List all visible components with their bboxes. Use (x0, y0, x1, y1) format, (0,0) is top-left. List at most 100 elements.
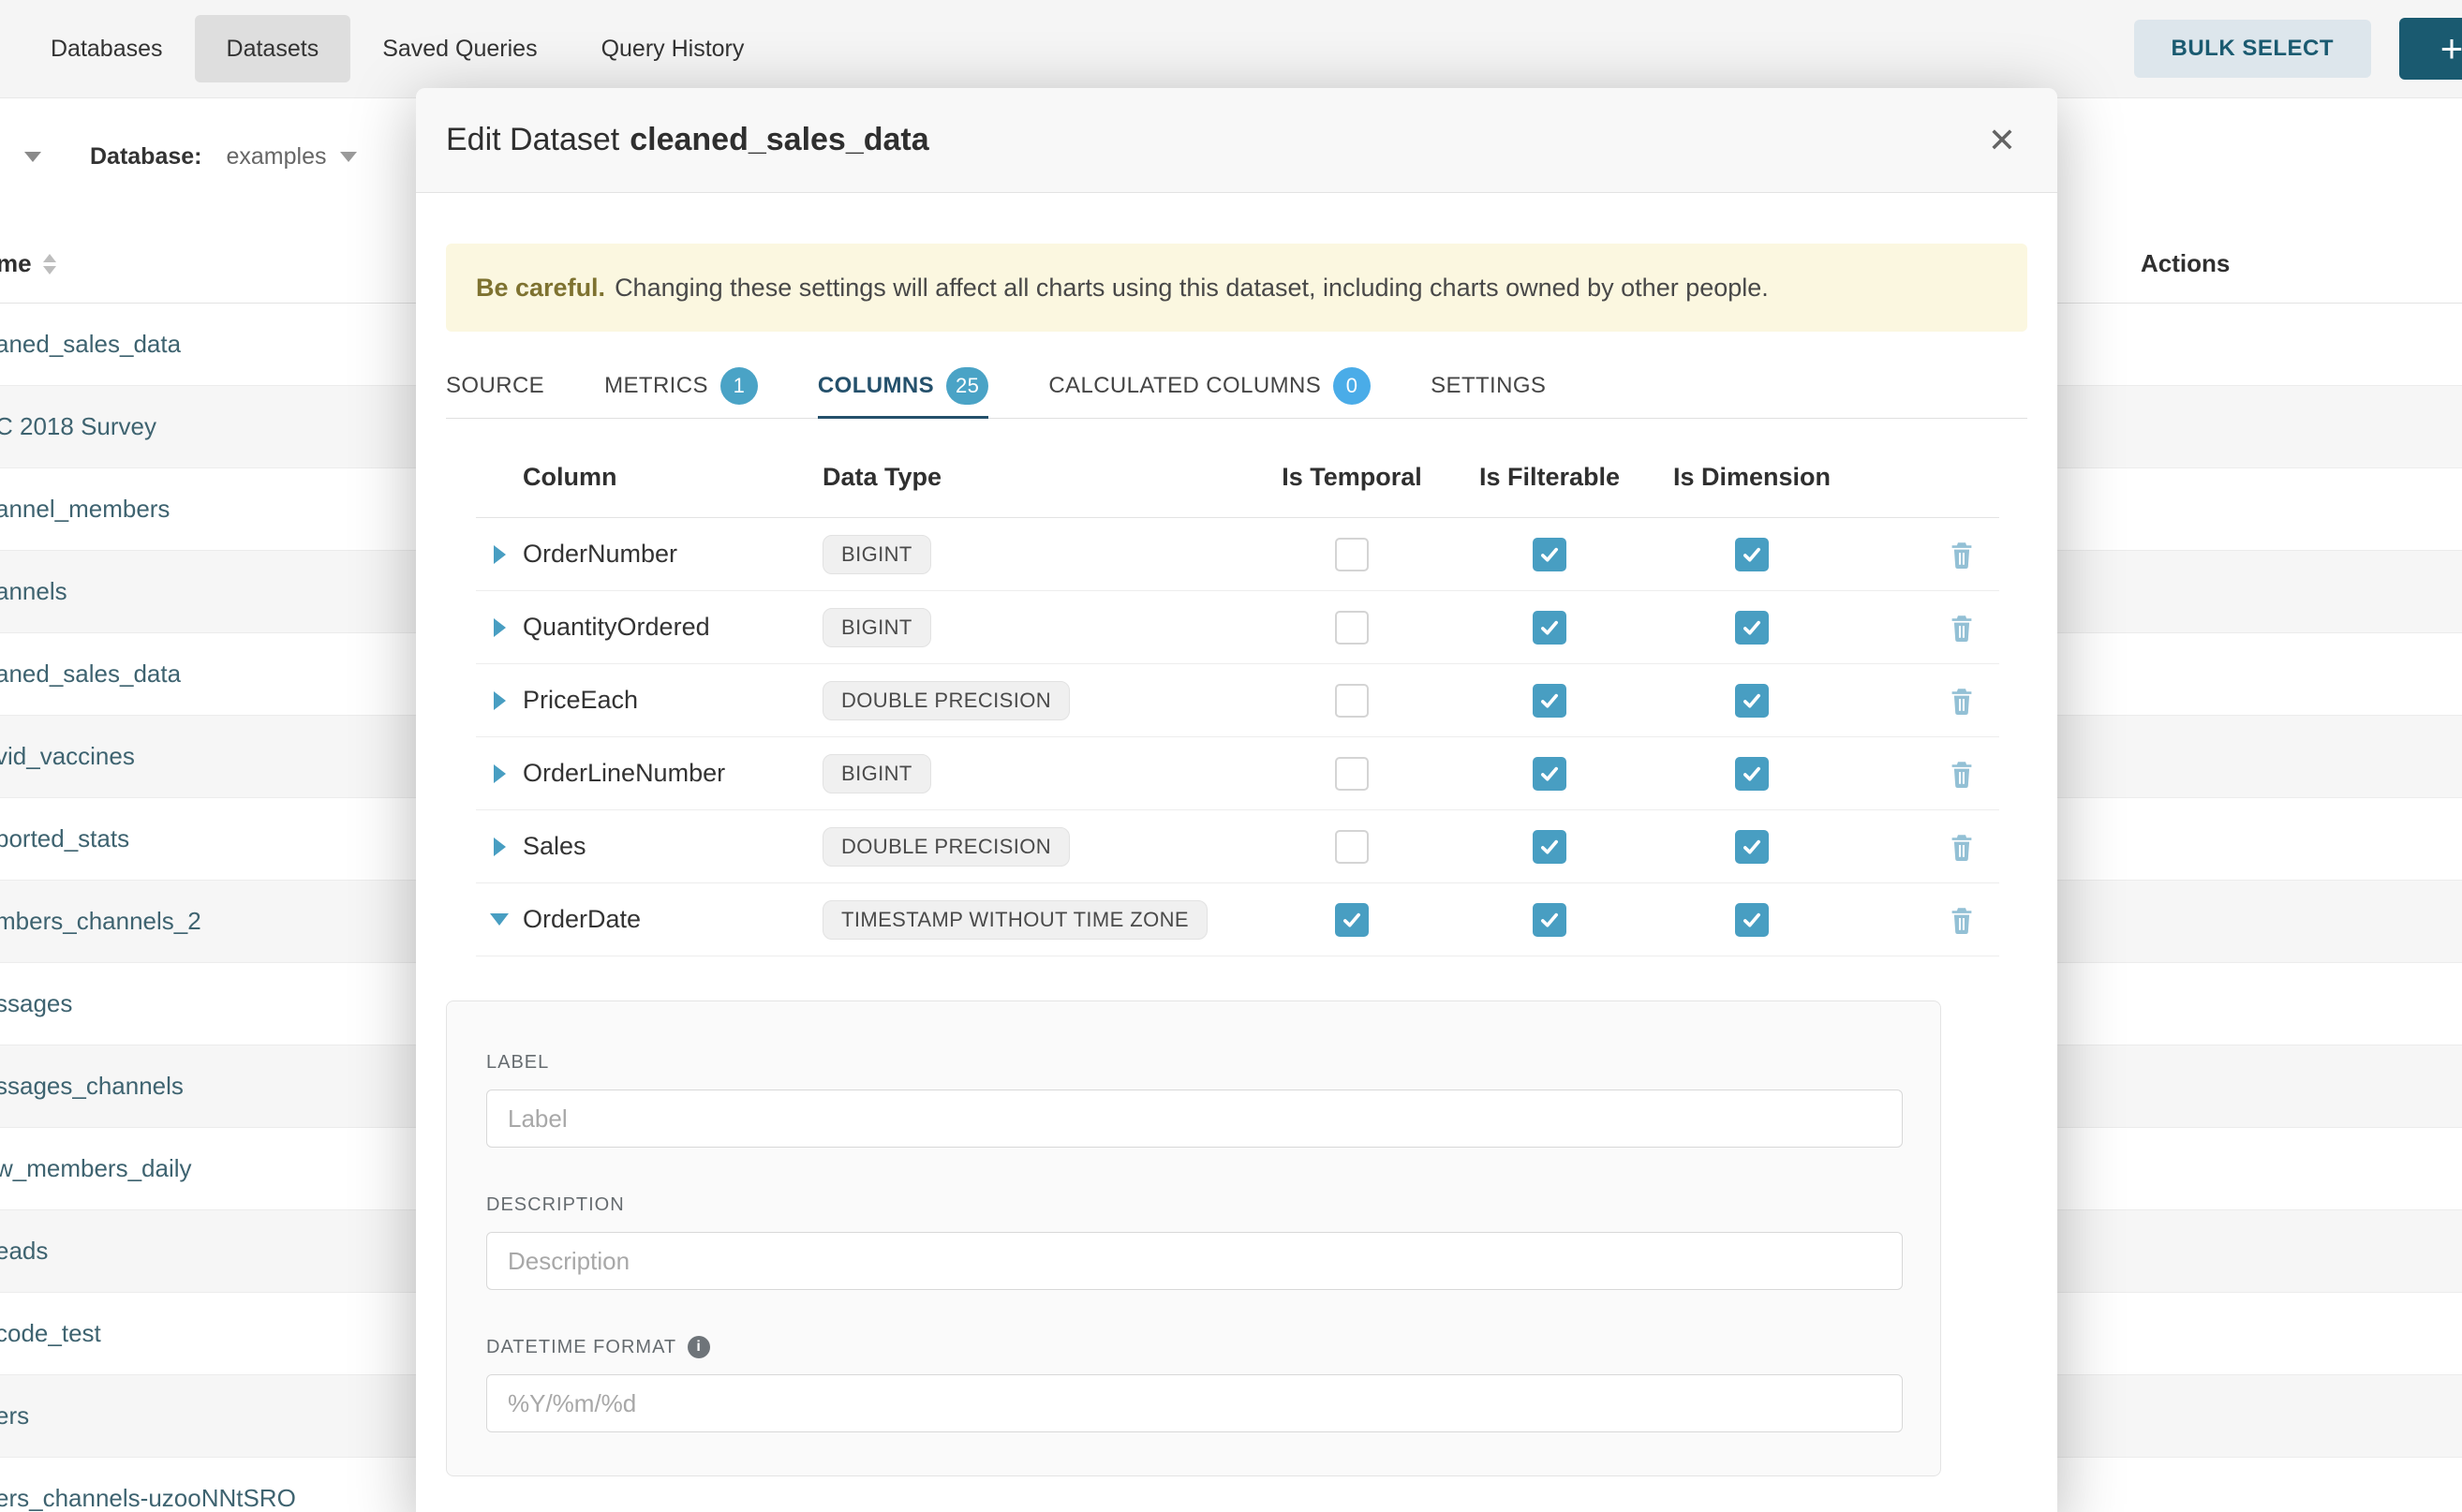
is-filterable-checkbox[interactable] (1533, 538, 1566, 571)
expand-caret-icon[interactable] (494, 618, 506, 637)
column-name: OrderNumber (523, 540, 823, 569)
column-header: Column (523, 463, 823, 492)
dataset-link[interactable]: ssages_channels (0, 1072, 184, 1101)
dataset-link[interactable]: aned_sales_data (0, 660, 181, 689)
modal-tabs: SOURCE METRICS 1 COLUMNS 25 CALCULATED C… (446, 355, 2027, 419)
dataset-link[interactable]: ported_stats (0, 824, 129, 853)
tab-calculated-columns[interactable]: CALCULATED COLUMNS 0 (1048, 355, 1371, 419)
expand-caret-icon[interactable] (494, 764, 506, 783)
dataset-link[interactable]: vid_vaccines (0, 742, 135, 771)
is-dimension-checkbox[interactable] (1735, 903, 1769, 937)
warning-text: Changing these settings will affect all … (615, 274, 1769, 303)
nav-item-databases[interactable]: Databases (19, 15, 195, 82)
add-dataset-button[interactable]: + (2399, 18, 2462, 80)
expand-caret-icon[interactable] (494, 838, 506, 856)
delete-column-icon[interactable] (1949, 541, 1975, 569)
dataset-link[interactable]: aned_sales_data (0, 330, 181, 359)
delete-column-icon[interactable] (1949, 687, 1975, 715)
dataset-link[interactable]: C 2018 Survey (0, 412, 156, 441)
delete-column-icon[interactable] (1949, 833, 1975, 861)
dataset-link[interactable]: mbers_channels_2 (0, 907, 201, 936)
datetime-format-field-label: DATETIME FORMAT i (486, 1335, 1903, 1359)
tab-settings[interactable]: SETTINGS (1431, 355, 1546, 419)
is-dimension-checkbox[interactable] (1735, 684, 1769, 718)
is-temporal-checkbox[interactable] (1335, 757, 1369, 791)
column-editor-panel: LABEL DESCRIPTION DATETIME FORMAT i (446, 1001, 1941, 1476)
warning-banner: Be careful. Changing these settings will… (446, 244, 2027, 332)
description-field-label: DESCRIPTION (486, 1193, 1903, 1217)
data-type-header: Data Type (823, 463, 1253, 492)
is-filterable-header: Is Filterable (1450, 463, 1649, 492)
dataset-link[interactable]: annels (0, 577, 67, 606)
column-name: OrderLineNumber (523, 759, 823, 788)
tab-source[interactable]: SOURCE (446, 355, 544, 419)
database-filter-value[interactable]: examples (227, 143, 327, 170)
is-temporal-checkbox[interactable] (1335, 903, 1369, 937)
column-name: QuantityOrdered (523, 613, 823, 642)
is-filterable-checkbox[interactable] (1533, 611, 1566, 645)
sort-icon[interactable] (43, 254, 56, 274)
dataset-link[interactable]: ers_channels-uzooNNtSRO (0, 1484, 296, 1512)
expand-caret-icon[interactable] (494, 691, 506, 710)
nav-item-saved-queries[interactable]: Saved Queries (350, 15, 569, 82)
columns-table: Column Data Type Is Temporal Is Filterab… (476, 437, 1999, 956)
is-dimension-header: Is Dimension (1649, 463, 1855, 492)
collapse-caret-icon[interactable] (490, 913, 509, 926)
datetime-format-input[interactable] (486, 1374, 1903, 1432)
dataset-link[interactable]: code_test (0, 1319, 101, 1348)
is-filterable-checkbox[interactable] (1533, 684, 1566, 718)
delete-column-icon[interactable] (1949, 906, 1975, 934)
dataset-link[interactable]: ers (0, 1401, 29, 1430)
data-type-pill: BIGINT (823, 535, 931, 574)
dataset-link[interactable]: eads (0, 1237, 48, 1266)
is-dimension-checkbox[interactable] (1735, 538, 1769, 571)
is-filterable-checkbox[interactable] (1533, 757, 1566, 791)
columns-count-badge: 25 (946, 367, 988, 405)
modal-header: Edit Dataset cleaned_sales_data ✕ (416, 88, 2057, 193)
column-row: OrderNumber BIGINT (476, 518, 1999, 591)
data-type-pill: DOUBLE PRECISION (823, 681, 1070, 720)
delete-column-icon[interactable] (1949, 614, 1975, 642)
tab-columns[interactable]: COLUMNS 25 (818, 355, 988, 419)
metrics-count-badge: 1 (720, 367, 758, 405)
column-row: OrderLineNumber BIGINT (476, 737, 1999, 810)
is-temporal-checkbox[interactable] (1335, 830, 1369, 864)
column-row: PriceEach DOUBLE PRECISION (476, 664, 1999, 737)
column-row: Sales DOUBLE PRECISION (476, 810, 1999, 883)
expand-caret-icon[interactable] (494, 545, 506, 564)
top-navigation: Databases Datasets Saved Queries Query H… (0, 0, 2462, 98)
column-row: QuantityOrdered BIGINT (476, 591, 1999, 664)
delete-column-icon[interactable] (1949, 760, 1975, 788)
nav-item-query-history[interactable]: Query History (570, 15, 777, 82)
filter-caret-icon[interactable] (24, 152, 41, 162)
is-filterable-checkbox[interactable] (1533, 903, 1566, 937)
modal-title: Edit Dataset (446, 122, 619, 158)
database-caret-icon[interactable] (340, 152, 357, 162)
bulk-select-button[interactable]: BULK SELECT (2134, 20, 2372, 78)
is-temporal-checkbox[interactable] (1335, 684, 1369, 718)
data-type-pill: DOUBLE PRECISION (823, 827, 1070, 867)
is-temporal-checkbox[interactable] (1335, 538, 1369, 571)
dataset-link[interactable]: ssages (0, 989, 72, 1018)
label-input[interactable] (486, 1090, 1903, 1148)
is-dimension-checkbox[interactable] (1735, 611, 1769, 645)
column-name: OrderDate (523, 905, 823, 934)
data-type-pill: TIMESTAMP WITHOUT TIME ZONE (823, 900, 1208, 940)
name-column-header[interactable]: me (0, 249, 56, 278)
info-icon[interactable]: i (688, 1336, 710, 1358)
nav-item-datasets[interactable]: Datasets (195, 15, 351, 82)
columns-table-header: Column Data Type Is Temporal Is Filterab… (476, 437, 1999, 518)
is-dimension-checkbox[interactable] (1735, 830, 1769, 864)
data-type-pill: BIGINT (823, 754, 931, 793)
is-temporal-checkbox[interactable] (1335, 611, 1369, 645)
tab-metrics[interactable]: METRICS 1 (604, 355, 758, 419)
edit-dataset-modal: Edit Dataset cleaned_sales_data ✕ Be car… (416, 88, 2057, 1512)
dataset-link[interactable]: annel_members (0, 495, 170, 524)
calculated-columns-count-badge: 0 (1333, 367, 1371, 405)
description-input[interactable] (486, 1232, 1903, 1290)
dataset-link[interactable]: w_members_daily (0, 1154, 192, 1183)
is-dimension-checkbox[interactable] (1735, 757, 1769, 791)
is-filterable-checkbox[interactable] (1533, 830, 1566, 864)
database-filter-label: Database: (90, 143, 202, 170)
close-icon[interactable]: ✕ (1988, 124, 2016, 157)
